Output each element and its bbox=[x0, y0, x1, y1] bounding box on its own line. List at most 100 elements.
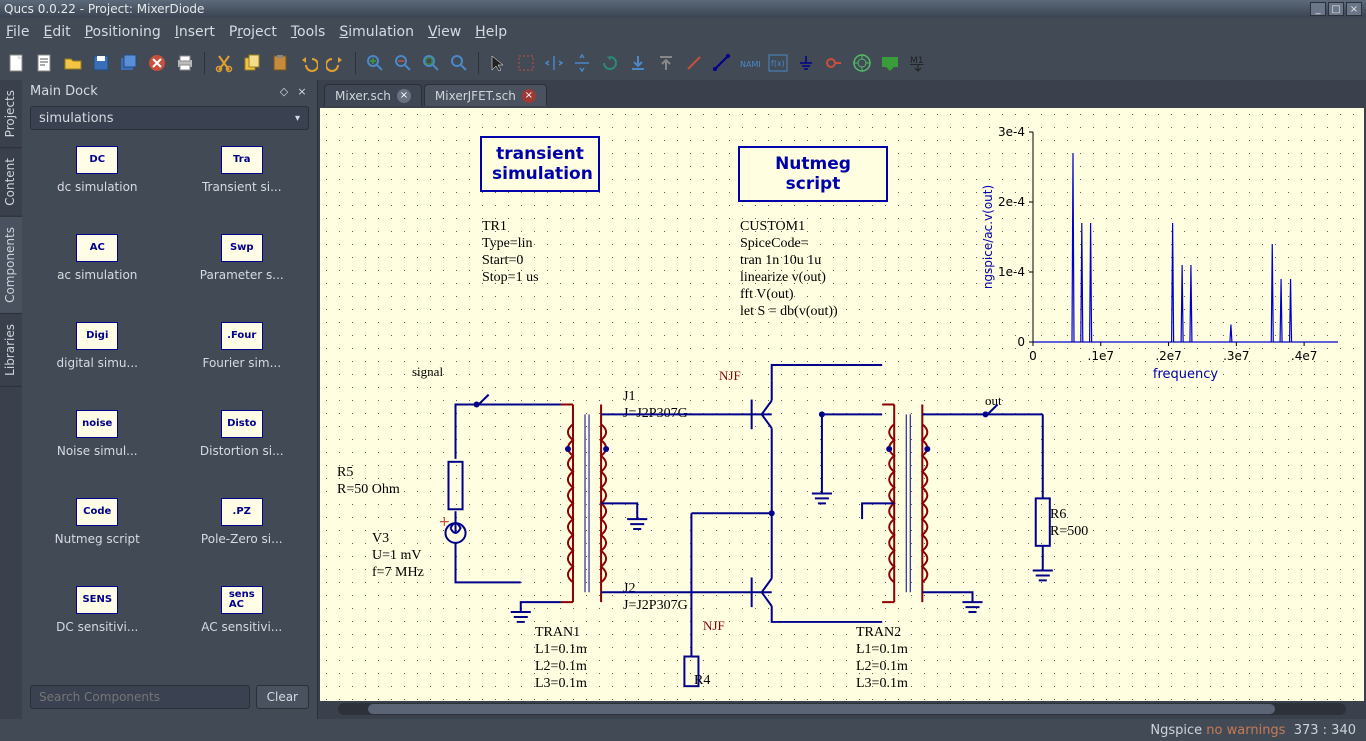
palette-item[interactable]: SwpParameter s... bbox=[171, 228, 314, 314]
sidetab-projects[interactable]: Projects bbox=[0, 80, 22, 148]
save-all-icon[interactable] bbox=[118, 52, 140, 74]
show-last-msg-icon[interactable] bbox=[879, 52, 901, 74]
palette-item-icon: Digi bbox=[76, 322, 118, 350]
palette-item[interactable]: .PZ Pole-Zero si... bbox=[171, 492, 314, 578]
palette-item-label: Pole-Zero si... bbox=[201, 532, 283, 546]
new-text-icon[interactable] bbox=[34, 52, 56, 74]
menu-file[interactable]: File bbox=[6, 24, 29, 40]
svg-text:frequency: frequency bbox=[1153, 367, 1219, 382]
palette-item[interactable]: SENSDC sensitivi... bbox=[26, 580, 169, 666]
svg-text:.3e7: .3e7 bbox=[1223, 349, 1249, 363]
dock-float-icon[interactable]: ◇ bbox=[277, 84, 291, 98]
port-icon[interactable] bbox=[823, 52, 845, 74]
svg-text:0: 0 bbox=[1017, 335, 1025, 349]
sidetab-components[interactable]: Components bbox=[0, 217, 22, 314]
main-dock: Main Dock ◇ × simulations ▾ DC dc simulat… bbox=[22, 80, 318, 719]
maximize-button[interactable]: □ bbox=[1328, 2, 1344, 16]
svg-text:f(x): f(x) bbox=[771, 59, 785, 68]
palette-item-label: dc simulation bbox=[57, 180, 138, 194]
deactivate-icon[interactable] bbox=[683, 52, 705, 74]
svg-text:0: 0 bbox=[1029, 349, 1037, 363]
cursor-icon[interactable] bbox=[487, 52, 509, 74]
close-tab-icon[interactable]: × bbox=[522, 89, 536, 103]
svg-text:2e-4: 2e-4 bbox=[998, 195, 1025, 209]
dock-close-icon[interactable]: × bbox=[295, 84, 309, 98]
sidetab-content[interactable]: Content bbox=[0, 148, 22, 217]
menu-help[interactable]: Help bbox=[475, 24, 507, 40]
palette-item[interactable]: noise Noise simul... bbox=[26, 404, 169, 490]
out-hierarchy-icon[interactable] bbox=[655, 52, 677, 74]
tab-mixer[interactable]: Mixer.sch × bbox=[324, 84, 422, 106]
palette-item[interactable]: DistoDistortion si... bbox=[171, 404, 314, 490]
zoom-in-icon[interactable] bbox=[364, 52, 386, 74]
horizontal-scrollbar[interactable] bbox=[320, 701, 1364, 717]
palette-item[interactable]: .FourFourier sim... bbox=[171, 316, 314, 402]
mirror-h-icon[interactable] bbox=[543, 52, 565, 74]
copy-icon[interactable] bbox=[241, 52, 263, 74]
menu-view[interactable]: View bbox=[428, 24, 461, 40]
palette-item-label: Noise simul... bbox=[57, 444, 138, 458]
new-file-icon[interactable] bbox=[6, 52, 28, 74]
tab-mixerjfet[interactable]: MixerJFET.sch × bbox=[424, 84, 547, 106]
menu-edit[interactable]: Edit bbox=[43, 24, 70, 40]
svg-text:1e-4: 1e-4 bbox=[998, 265, 1025, 279]
palette-item[interactable]: DC dc simulation bbox=[26, 140, 169, 226]
redo-icon[interactable] bbox=[325, 52, 347, 74]
into-hierarchy-icon[interactable] bbox=[627, 52, 649, 74]
paste-icon[interactable] bbox=[269, 52, 291, 74]
palette-item[interactable]: ACac simulation bbox=[26, 228, 169, 314]
search-components-input[interactable] bbox=[30, 685, 250, 709]
tab-label: MixerJFET.sch bbox=[435, 89, 516, 103]
palette-item-icon: noise bbox=[76, 410, 118, 438]
palette-item[interactable]: Digi digital simu... bbox=[26, 316, 169, 402]
select-box-icon[interactable] bbox=[515, 52, 537, 74]
zoom-out-icon[interactable] bbox=[392, 52, 414, 74]
category-dropdown[interactable]: simulations ▾ bbox=[30, 106, 309, 130]
palette-item-icon: DC bbox=[76, 146, 118, 174]
minimize-button[interactable]: _ bbox=[1310, 2, 1326, 16]
close-window-button[interactable]: × bbox=[1346, 2, 1362, 16]
side-tabbar: Projects Content Components Libraries bbox=[0, 80, 22, 719]
palette-item[interactable]: CodeNutmeg script bbox=[26, 492, 169, 578]
statusbar: Ngspice no warnings 373 : 340 bbox=[0, 719, 1366, 741]
palette-item-label: ac simulation bbox=[57, 268, 137, 282]
menu-tools[interactable]: Tools bbox=[291, 24, 326, 40]
zoom-reset-icon[interactable] bbox=[448, 52, 470, 74]
clear-search-button[interactable]: Clear bbox=[256, 685, 309, 709]
component-palette: DC dc simulation TraTransient si...ACac si… bbox=[22, 134, 317, 679]
rotate-icon[interactable] bbox=[599, 52, 621, 74]
palette-item-label: digital simu... bbox=[57, 356, 138, 370]
svg-text:.4e7: .4e7 bbox=[1291, 349, 1317, 363]
cut-icon[interactable] bbox=[213, 52, 235, 74]
status-warnings: no warnings bbox=[1206, 723, 1285, 738]
app-title: Qucs 0.0.22 - Project: MixerDiode bbox=[4, 2, 204, 16]
undo-icon[interactable] bbox=[297, 52, 319, 74]
wire-icon[interactable] bbox=[711, 52, 733, 74]
zoom-fit-icon[interactable] bbox=[420, 52, 442, 74]
palette-item-icon: Swp bbox=[221, 234, 263, 262]
palette-item-icon: SENS bbox=[76, 586, 118, 614]
svg-text:.2e7: .2e7 bbox=[1155, 349, 1181, 363]
ground-icon[interactable] bbox=[795, 52, 817, 74]
save-icon[interactable] bbox=[90, 52, 112, 74]
insert-equation-icon[interactable]: f(x) bbox=[767, 52, 789, 74]
sidetab-libraries[interactable]: Libraries bbox=[0, 314, 22, 387]
palette-item[interactable]: TraTransient si... bbox=[171, 140, 314, 226]
menu-simulation[interactable]: Simulation bbox=[339, 24, 414, 40]
print-icon[interactable] bbox=[174, 52, 196, 74]
close-file-icon[interactable] bbox=[146, 52, 168, 74]
palette-item[interactable]: sens ACAC sensitivi... bbox=[171, 580, 314, 666]
palette-item-icon: .PZ bbox=[221, 498, 263, 526]
palette-item-label: Transient si... bbox=[202, 180, 282, 194]
menu-positioning[interactable]: Positioning bbox=[85, 24, 161, 40]
simulate-icon[interactable] bbox=[851, 52, 873, 74]
set-marker-icon[interactable]: M1 bbox=[907, 52, 929, 74]
dock-title-label: Main Dock bbox=[30, 84, 98, 99]
wire-label-icon[interactable]: NAME bbox=[739, 52, 761, 74]
open-icon[interactable] bbox=[62, 52, 84, 74]
menu-project[interactable]: Project bbox=[229, 24, 277, 40]
close-tab-icon[interactable]: × bbox=[397, 89, 411, 103]
mirror-v-icon[interactable] bbox=[571, 52, 593, 74]
schematic-canvas[interactable]: transient simulation TR1 Type=lin Start=… bbox=[320, 108, 1364, 701]
menu-insert[interactable]: Insert bbox=[175, 24, 215, 40]
